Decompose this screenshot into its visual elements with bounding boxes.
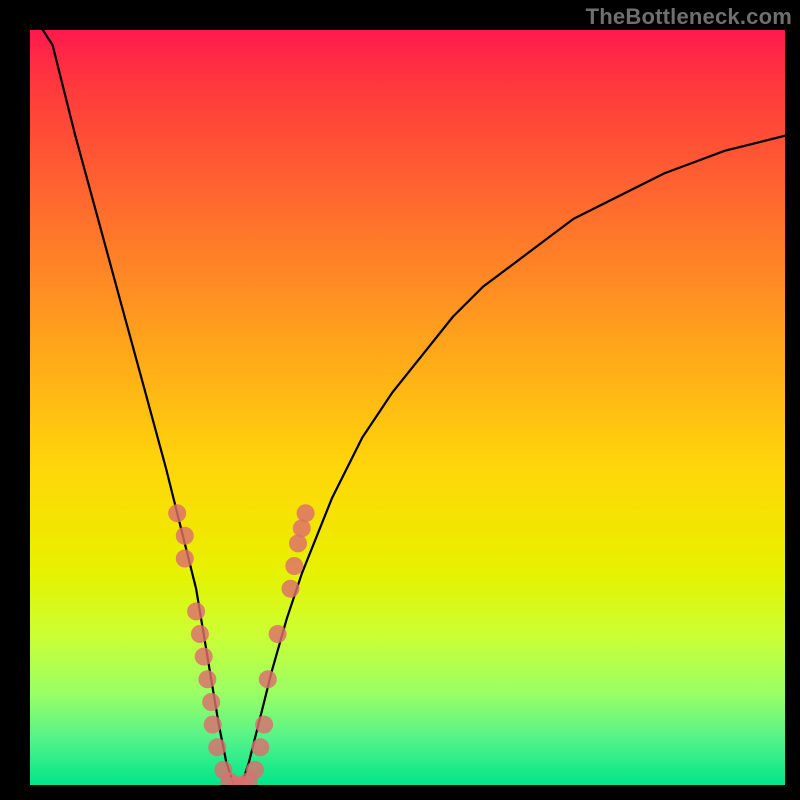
watermark-text: TheBottleneck.com [586,4,792,30]
data-dot [289,534,307,552]
data-dot [297,504,315,522]
data-dot [202,693,220,711]
data-dot [187,602,205,620]
data-dot [176,550,194,568]
data-dot [251,738,269,756]
data-dot [259,670,277,688]
data-dot [282,580,300,598]
data-dot [195,648,213,666]
chart-svg [30,30,785,785]
bottleneck-curve [30,30,785,785]
data-dot [191,625,209,643]
data-dot [246,761,264,779]
data-dots [168,504,314,785]
data-dot [269,625,287,643]
data-dot [293,519,311,537]
data-dot [285,557,303,575]
data-dot [204,716,222,734]
chart-frame: TheBottleneck.com [0,0,800,800]
data-dot [208,738,226,756]
data-dot [168,504,186,522]
plot-area [30,30,785,785]
data-dot [255,716,273,734]
data-dot [198,670,216,688]
data-dot [176,527,194,545]
